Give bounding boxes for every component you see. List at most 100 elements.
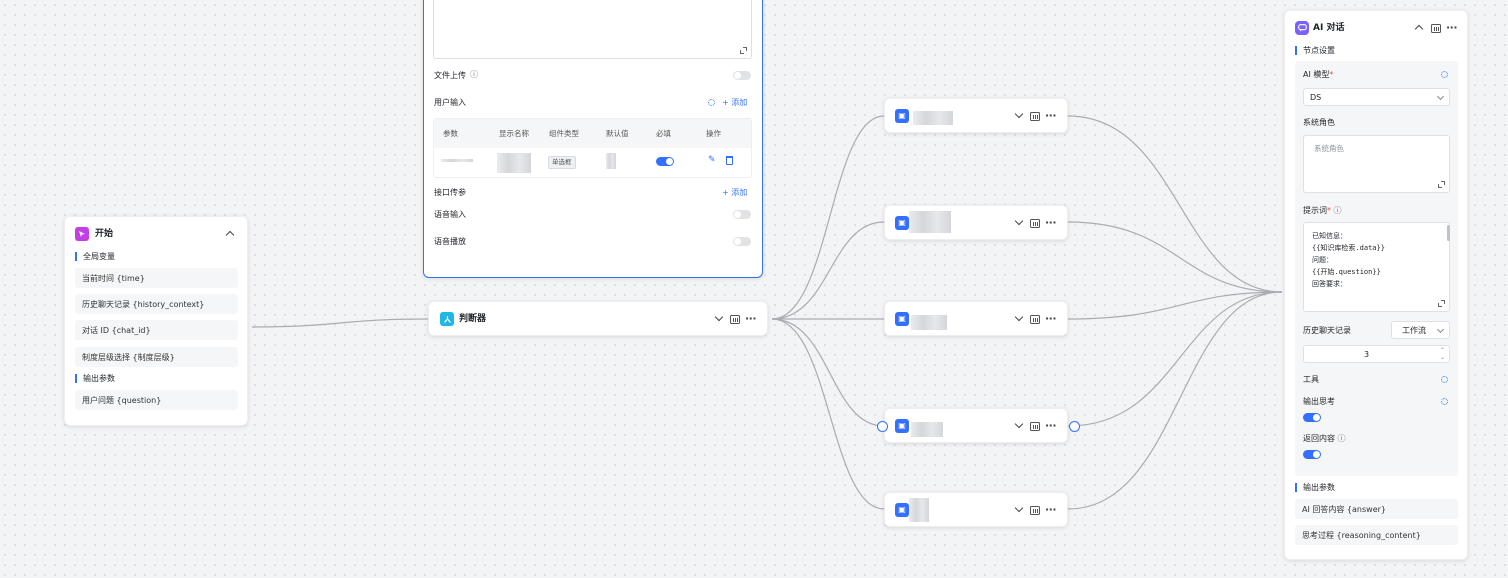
- global-var-row: 对话 ID {chat_id}: [75, 320, 238, 340]
- branch-node[interactable]: ▣ ···: [884, 408, 1068, 443]
- more-icon[interactable]: ···: [1446, 22, 1458, 33]
- redacted-default: [606, 153, 616, 169]
- output-params-label: 输出参数: [1295, 483, 1335, 492]
- start-node-title: 开始: [95, 229, 114, 239]
- expand-button[interactable]: [1014, 419, 1024, 430]
- stats-icon[interactable]: [1030, 315, 1040, 327]
- stepper-icon[interactable]: ⌃ ⌄: [1440, 347, 1445, 361]
- more-icon[interactable]: ···: [1045, 217, 1057, 228]
- col-default: 默认值: [606, 129, 629, 138]
- expand-icon[interactable]: [1438, 181, 1445, 188]
- redacted-node-title: [909, 498, 929, 522]
- system-role-label: 系统角色: [1303, 118, 1335, 127]
- stats-icon[interactable]: [1030, 112, 1040, 124]
- expand-button[interactable]: [1014, 503, 1024, 514]
- return-content-toggle[interactable]: [1303, 450, 1321, 459]
- collapse-button[interactable]: [1414, 24, 1424, 35]
- expand-button[interactable]: [714, 312, 724, 323]
- branch-node[interactable]: ▣ ···: [884, 492, 1068, 527]
- more-icon[interactable]: ···: [1045, 313, 1057, 324]
- redacted-node-title: [909, 211, 951, 233]
- prompt-label: 提示词* ⓘ: [1303, 206, 1342, 215]
- col-required: 必填: [656, 129, 671, 138]
- file-upload-toggle[interactable]: [733, 71, 751, 80]
- settings-panel: AI 模型* DS 系统角色 系统角色 提示词* ⓘ 已知信息： {{知识库检索…: [1295, 61, 1458, 476]
- collapse-button[interactable]: [225, 230, 235, 241]
- global-var-row: 历史聊天记录 {history_context}: [75, 294, 238, 314]
- node-icon: ▣: [895, 503, 909, 517]
- branch-node[interactable]: ▣ ···: [884, 98, 1068, 133]
- ai-dialog-node[interactable]: AI 对话 ··· 节点设置 AI 模型* DS 系统角色 系统角色 提示词* …: [1284, 10, 1468, 560]
- output-param-row: 思考过程 {reasoning_content}: [1295, 525, 1458, 545]
- global-vars-label: 全局变量: [75, 252, 115, 261]
- stats-icon[interactable]: [730, 315, 740, 327]
- more-icon[interactable]: ···: [745, 313, 757, 324]
- voice-play-toggle[interactable]: [733, 237, 751, 246]
- table-row: 单选框 ✎: [434, 148, 751, 178]
- system-role-input[interactable]: 系统角色: [1303, 135, 1450, 193]
- form-config-panel[interactable]: 文件上传 ⓘ 用户输入 + 添加 参数 显示名称 组件类型 默认值 必填 操作 …: [423, 0, 763, 278]
- more-icon[interactable]: ···: [1045, 504, 1057, 515]
- prompt-input[interactable]: 已知信息： {{知识库检索.data}} 问题： {{开始.question}}…: [1303, 222, 1450, 312]
- tools-settings-icon[interactable]: [1441, 376, 1448, 383]
- ai-model-select[interactable]: DS: [1303, 88, 1450, 106]
- prompt-line: 已知信息：: [1312, 232, 1347, 240]
- expand-icon[interactable]: [740, 47, 747, 54]
- branch-icon: [440, 312, 454, 326]
- add-user-input-button[interactable]: + 添加: [722, 99, 747, 107]
- stats-icon[interactable]: [1030, 506, 1040, 518]
- delete-icon[interactable]: [726, 156, 733, 165]
- node-icon: ▣: [895, 216, 909, 230]
- output-params-label: 输出参数: [75, 374, 115, 383]
- model-settings-icon[interactable]: [1441, 71, 1448, 78]
- start-node[interactable]: 开始 全局变量 当前时间 {time} 历史聊天记录 {history_cont…: [64, 216, 248, 426]
- judge-node-title: 判断器: [459, 314, 487, 324]
- input-port[interactable]: [877, 421, 888, 432]
- user-input-label: 用户输入: [434, 98, 466, 107]
- output-port[interactable]: [1069, 421, 1080, 432]
- redacted-node-title: [911, 315, 947, 330]
- voice-input-toggle[interactable]: [733, 210, 751, 219]
- node-settings-label: 节点设置: [1295, 46, 1335, 55]
- branch-node[interactable]: ▣ ···: [884, 301, 1068, 336]
- output-param-row: AI 回答内容 {answer}: [1295, 499, 1458, 519]
- history-count-value: 3: [1364, 350, 1370, 359]
- stats-icon[interactable]: [1030, 422, 1040, 434]
- required-toggle[interactable]: [656, 157, 674, 166]
- stats-icon[interactable]: [1431, 24, 1441, 36]
- expand-button[interactable]: [1014, 109, 1024, 120]
- add-api-param-button[interactable]: + 添加: [722, 189, 747, 197]
- history-count-input[interactable]: 3 ⌃ ⌄: [1303, 345, 1450, 363]
- prompt-line: {{知识库检索.data}}: [1312, 244, 1385, 252]
- component-type-tag: 单选框: [548, 156, 576, 169]
- prompt-line: 回答要求：: [1312, 280, 1347, 288]
- system-role-placeholder: 系统角色: [1314, 144, 1344, 153]
- return-content-label: 返回内容 ⓘ: [1303, 434, 1346, 443]
- more-icon[interactable]: ···: [1045, 420, 1057, 431]
- stats-icon[interactable]: [1030, 219, 1040, 231]
- more-icon[interactable]: ···: [1045, 110, 1057, 121]
- ai-model-label: AI 模型*: [1303, 70, 1334, 79]
- expand-icon[interactable]: [1438, 300, 1445, 307]
- edit-icon[interactable]: ✎: [708, 156, 716, 165]
- textarea-box[interactable]: [433, 0, 752, 59]
- prompt-line: {{开始.question}}: [1312, 268, 1381, 276]
- redacted-param: [441, 159, 473, 162]
- ai-node-title: AI 对话: [1313, 23, 1345, 33]
- scrollbar[interactable]: [1447, 225, 1450, 241]
- tools-label: 工具: [1303, 375, 1319, 384]
- judge-node[interactable]: 判断器 ···: [428, 301, 768, 336]
- branch-node[interactable]: ▣ ···: [884, 205, 1068, 240]
- expand-button[interactable]: [1014, 312, 1024, 323]
- redacted-node-title: [911, 422, 943, 437]
- chevron-down-icon: [1436, 325, 1445, 334]
- history-type-select[interactable]: 工作流: [1391, 321, 1450, 339]
- history-type-value: 工作流: [1402, 326, 1426, 335]
- output-thinking-toggle[interactable]: [1303, 413, 1321, 422]
- col-display-name: 显示名称: [499, 129, 529, 138]
- file-upload-label: 文件上传: [434, 71, 466, 80]
- table-header: [434, 119, 751, 148]
- thinking-settings-icon[interactable]: [1441, 398, 1448, 405]
- settings-icon[interactable]: [708, 99, 715, 106]
- expand-button[interactable]: [1014, 216, 1024, 227]
